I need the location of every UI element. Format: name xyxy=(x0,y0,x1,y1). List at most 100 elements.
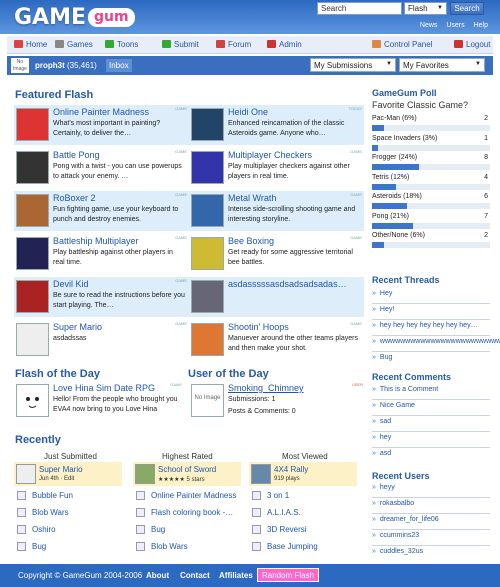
nav-forum[interactable]: Forum xyxy=(216,40,251,49)
featured-title-link[interactable]: Heidi One xyxy=(228,107,268,117)
site-logo[interactable]: GAME gum xyxy=(14,5,135,30)
featured-title-link[interactable]: Multiplayer Checkers xyxy=(228,150,312,160)
featured-title-link[interactable]: Super Mario xyxy=(53,322,102,332)
nav-admin[interactable]: Admin xyxy=(267,40,302,49)
recent-list-item[interactable]: Base Jumping xyxy=(252,542,318,551)
game-thumbnail[interactable] xyxy=(135,464,155,484)
recent-list-item[interactable]: Oshiro xyxy=(17,525,56,534)
recent-list-item[interactable]: Blob Wars xyxy=(136,542,188,551)
game-thumbnail[interactable] xyxy=(16,108,49,141)
nav-logout[interactable]: Logout xyxy=(454,40,490,49)
bullet-icon: » xyxy=(372,532,376,539)
search-input[interactable] xyxy=(317,2,402,15)
game-thumbnail[interactable] xyxy=(191,323,224,356)
poll-option[interactable]: Frogger (24%) 8 xyxy=(372,154,490,161)
recent-comments-item[interactable]: » This is a Comment xyxy=(372,386,438,393)
recent-threads-item[interactable]: » hey hey hey hey hey hey hey… xyxy=(372,322,478,329)
recent-users-item[interactable]: » cuddles_32us xyxy=(372,548,423,555)
flash-of-day-link[interactable]: Love Hina Sim Date RPG xyxy=(53,383,155,393)
featured-title-link[interactable]: Devil Kid xyxy=(53,279,89,289)
inbox-button[interactable]: Inbox xyxy=(106,59,132,72)
featured-title-link[interactable]: Bee Boxing xyxy=(228,236,274,246)
affiliates-link[interactable]: Affiliates xyxy=(219,571,253,580)
recent-comments-item[interactable]: » asd xyxy=(372,450,391,457)
side-item-label: wwwwwwwwwwwwwwwwwwwwwwwww… xyxy=(379,338,500,345)
avatar[interactable]: No Image xyxy=(11,58,29,73)
users-link[interactable]: Users xyxy=(446,22,464,29)
help-link[interactable]: Help xyxy=(474,22,488,29)
poll-option[interactable]: Asteroids (18%) 6 xyxy=(372,193,490,200)
user-of-day-link[interactable]: Smoking_Chimney xyxy=(228,383,304,393)
poll-option-label: Pong (21%) xyxy=(372,212,409,220)
game-thumbnail[interactable] xyxy=(191,237,224,270)
featured-title-link[interactable]: RoBoxer 2 xyxy=(53,193,96,203)
recent-comments-item[interactable]: » sad xyxy=(372,418,391,425)
username[interactable]: proph3t (35,461) xyxy=(35,61,97,70)
recent-comments-item[interactable]: » hey xyxy=(372,434,391,441)
flash-icon xyxy=(17,525,26,534)
search-type-select[interactable]: Flash ▼ xyxy=(404,2,447,15)
recent-users-item[interactable]: » heyy xyxy=(372,484,395,491)
nav-toons[interactable]: Toons xyxy=(105,40,138,49)
nav-submit[interactable]: Submit xyxy=(162,40,199,49)
flash-thumbnail[interactable] xyxy=(16,384,49,417)
recent-list-item[interactable]: 3 on 1 xyxy=(252,491,289,500)
featured-title-link[interactable]: Battle Pong xyxy=(53,150,100,160)
recent-threads-item[interactable]: » wwwwwwwwwwwwwwwwwwwwwwwww… xyxy=(372,338,500,345)
poll-option[interactable]: Pong (21%) 7 xyxy=(372,213,490,220)
game-thumbnail[interactable] xyxy=(16,151,49,184)
recent-users-item[interactable]: » rokasbalbo xyxy=(372,500,414,507)
recent-users-item[interactable]: » dreamer_for_life06 xyxy=(372,516,439,523)
recent-comments-item[interactable]: » Nice Game xyxy=(372,402,415,409)
poll-option[interactable]: Tetris (12%) 4 xyxy=(372,174,490,181)
game-thumbnail[interactable] xyxy=(16,323,49,356)
featured-title-link[interactable]: Metal Wrath xyxy=(228,193,276,203)
recent-list-item[interactable]: Bubble Fun xyxy=(17,491,73,500)
recent-list-item[interactable]: A.L.I.A.S. xyxy=(252,508,301,517)
recent-threads-item[interactable]: » Hey! xyxy=(372,306,394,313)
featured-title-link[interactable]: asdasssssasdsadsadsadas… xyxy=(228,279,347,289)
recent-list-item[interactable]: Flash coloring book -… xyxy=(136,508,233,517)
recent-list-item[interactable]: Online Painter Madness xyxy=(136,491,236,500)
recent-title-link[interactable]: 4X4 Rally xyxy=(274,465,308,474)
column-header: Just Submitted xyxy=(44,452,97,461)
my-favorites-select[interactable]: My Favorites ▼ xyxy=(399,58,485,72)
game-thumbnail[interactable] xyxy=(191,194,224,227)
game-thumbnail[interactable] xyxy=(16,194,49,227)
poll-option[interactable]: Space Invaders (3%) 1 xyxy=(372,135,490,142)
game-thumbnail[interactable] xyxy=(16,280,49,313)
featured-title-link[interactable]: Battleship Multiplayer xyxy=(53,236,139,246)
game-thumbnail[interactable] xyxy=(191,151,224,184)
nav-games[interactable]: Games xyxy=(55,40,93,49)
game-thumbnail[interactable] xyxy=(251,464,271,484)
recent-title-link[interactable]: Super Mario xyxy=(39,465,83,474)
game-thumbnail[interactable] xyxy=(191,108,224,141)
type-tag: TODAY xyxy=(348,106,362,111)
flash-icon xyxy=(252,491,261,500)
featured-title-link[interactable]: Online Painter Madness xyxy=(53,107,149,117)
recent-list-item[interactable]: Bug xyxy=(17,542,46,551)
featured-title-link[interactable]: Shootin' Hoops xyxy=(228,322,289,332)
game-thumbnail[interactable] xyxy=(191,280,224,313)
news-link[interactable]: News xyxy=(420,22,438,29)
recent-users-item[interactable]: » ccummins23 xyxy=(372,532,419,539)
recent-list-item[interactable]: 3D Reversi xyxy=(252,525,307,534)
divider xyxy=(372,497,490,498)
search-button[interactable]: Search xyxy=(450,2,484,15)
my-submissions-select[interactable]: My Submissions ▼ xyxy=(310,58,396,72)
about-link[interactable]: About xyxy=(146,571,169,580)
nav-control-panel[interactable]: Control Panel xyxy=(372,40,432,49)
nav-home[interactable]: Home xyxy=(14,40,47,49)
recent-list-item[interactable]: Blob Wars xyxy=(17,508,69,517)
recent-list-item[interactable]: Bug xyxy=(136,525,165,534)
contact-link[interactable]: Contact xyxy=(180,571,210,580)
poll-option[interactable]: Other/None (6%) 2 xyxy=(372,232,490,239)
recent-threads-item[interactable]: » Hey xyxy=(372,290,392,297)
poll-option[interactable]: Pac-Man (6%) 2 xyxy=(372,115,490,122)
game-thumbnail[interactable] xyxy=(16,237,49,270)
game-thumbnail[interactable] xyxy=(16,464,36,484)
random-flash-button[interactable]: Random Flash xyxy=(257,568,320,582)
recent-title-link[interactable]: School of Sword xyxy=(158,465,216,474)
user-avatar[interactable]: No Image xyxy=(191,384,224,417)
recent-threads-item[interactable]: » Bug xyxy=(372,354,392,361)
